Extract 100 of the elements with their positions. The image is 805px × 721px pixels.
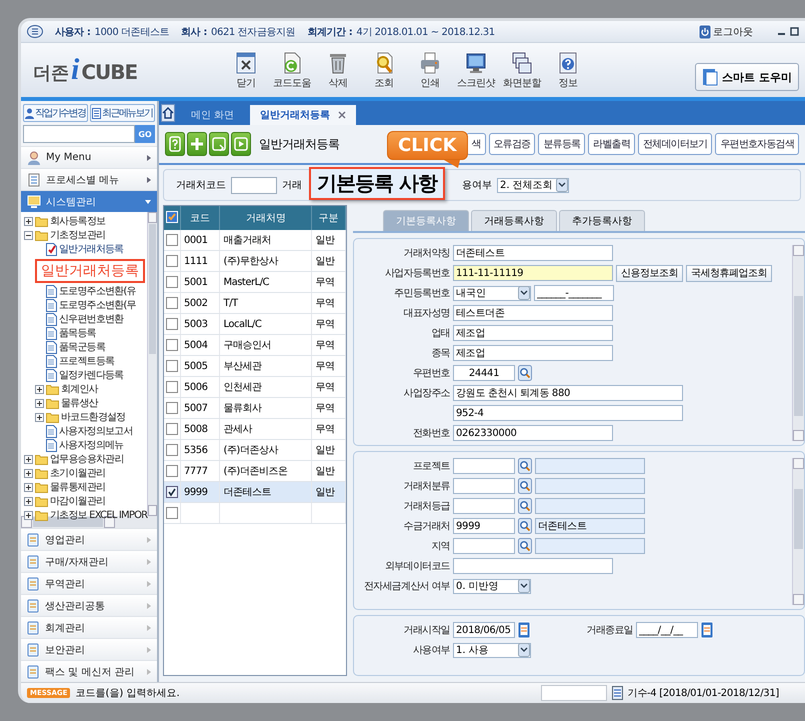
text-field[interactable]: 제조업 [453, 345, 613, 361]
search-icon[interactable] [518, 538, 532, 554]
tree-item[interactable]: 품목등록 [59, 326, 96, 340]
tree-item[interactable]: 프로젝트등록 [59, 354, 114, 368]
masked-field[interactable]: ______-_______ [534, 285, 614, 301]
checkbox[interactable] [166, 465, 178, 477]
text-field[interactable] [453, 558, 613, 574]
tree-item[interactable]: 신우편번호변환 [59, 312, 124, 326]
name-field[interactable]: 더존테스트 [535, 518, 645, 534]
sidebar-button[interactable]: 작업기수변경 [23, 104, 88, 122]
action-button[interactable]: 색 [466, 133, 486, 155]
check-all-icon[interactable] [166, 210, 178, 222]
table-row[interactable]: 5005 부산세관 무역 [164, 356, 346, 376]
toolbar-button[interactable]: 인쇄 [411, 50, 449, 90]
smart-helper-button[interactable]: 스마트 도우미 [695, 63, 799, 91]
action-button[interactable]: 분류등록 [538, 133, 586, 155]
sidebar-button[interactable]: 최근메뉴보기 [90, 104, 155, 122]
module-menu-item[interactable]: 회계관리 [21, 616, 157, 638]
text-field[interactable]: 0262330000 [453, 425, 613, 441]
toolbar-button[interactable]: 정보 [549, 50, 587, 90]
tree-item[interactable]: 바코드환경설정 [61, 410, 126, 424]
table-row[interactable]: 5001 MasterL/C 무역 [164, 272, 346, 292]
plus-box-icon[interactable] [24, 468, 33, 478]
module-menu-item[interactable]: 영업관리 [21, 528, 157, 550]
text-field[interactable]: 더존테스트 [453, 245, 613, 261]
action-button[interactable]: 전체데이터보기 [638, 133, 712, 155]
code-field[interactable] [453, 458, 515, 474]
tree-item[interactable]: 회계인사 [61, 382, 98, 396]
action-button[interactable]: 우편번호자동검색 [715, 133, 799, 155]
status-field[interactable] [540, 685, 607, 701]
checkbox[interactable] [166, 297, 178, 309]
search-icon[interactable] [518, 518, 532, 534]
scrollbar[interactable] [792, 458, 804, 605]
code-field[interactable]: 24441 [453, 365, 515, 381]
module-menu-item[interactable]: 보안관리 [21, 638, 157, 660]
plus-box-icon[interactable] [24, 496, 33, 506]
help-button[interactable] [165, 132, 185, 156]
column-header[interactable]: 구분 [312, 206, 346, 230]
checkbox[interactable] [166, 255, 178, 267]
module-menu-item[interactable]: 무역관리 [21, 572, 157, 594]
search-icon[interactable] [518, 478, 532, 494]
table-row[interactable]: 5003 LocalL/C 무역 [164, 314, 346, 334]
table-row[interactable]: 5008 관세사 무역 [164, 418, 346, 440]
tree-item[interactable]: 사용자정의메뉴 [59, 438, 124, 452]
toolbar-button[interactable]: 화면분할 [503, 50, 541, 90]
toolbar-button[interactable]: 코드도움 [273, 50, 311, 90]
code-field[interactable] [231, 176, 277, 194]
tree-item[interactable]: 회사등록정보 [50, 214, 106, 228]
tab[interactable]: 거래등록사항 [471, 210, 557, 231]
checkbox[interactable] [166, 234, 178, 246]
checkbox[interactable] [166, 276, 178, 288]
column-header[interactable]: 코드 [180, 206, 220, 230]
plus-box-icon[interactable] [24, 510, 33, 520]
tree-item[interactable]: 물류생산 [61, 396, 98, 410]
code-field[interactable] [453, 538, 515, 554]
module-menu-item[interactable]: 생산관리공통 [21, 594, 157, 616]
search-icon[interactable] [518, 458, 532, 474]
tab[interactable]: 메인 화면 [181, 105, 244, 125]
name-field[interactable] [535, 478, 645, 494]
module-menu-item[interactable]: 팩스 및 메신저 관리 [21, 660, 157, 682]
calendar-icon[interactable] [518, 622, 530, 638]
name-field[interactable] [535, 538, 645, 554]
tree-item[interactable]: 도로명주소변환(유 [59, 284, 136, 298]
tab[interactable]: 추가등록사항 [559, 210, 645, 231]
tree-item[interactable]: 초기이월관리 [50, 466, 106, 480]
text-field[interactable]: 952-4 [453, 405, 683, 421]
tree-item[interactable]: 일정카렌다등록 [59, 368, 124, 382]
tree-item[interactable]: 기초정보관리 [50, 228, 106, 242]
table-row[interactable]: 5356 (주)더존상사 일반 [164, 440, 346, 460]
checkbox[interactable] [166, 360, 178, 372]
dropdown[interactable]: 0. 미반영 [453, 578, 531, 594]
module-menu-item[interactable]: 구매/자재관리 [21, 550, 157, 572]
name-field[interactable] [535, 498, 645, 514]
menu-item[interactable]: 프로세스별 메뉴 [21, 168, 157, 190]
code-field[interactable]: 9999 [453, 518, 515, 534]
lookup-button[interactable]: 국세청휴폐업조회 [686, 264, 772, 282]
tree-item[interactable]: 물류통제관리 [50, 480, 106, 494]
toolbar-button[interactable]: 조회 [365, 50, 403, 90]
logout-button[interactable]: 로그아웃 [699, 24, 753, 38]
calendar-icon[interactable] [701, 622, 713, 638]
column-header[interactable]: 거래처명 [220, 206, 312, 230]
tree-item[interactable]: 사용자정의보고서 [59, 424, 133, 438]
plus-box-icon[interactable] [24, 482, 33, 492]
refresh-button[interactable] [209, 132, 229, 156]
home-icon[interactable] [161, 104, 175, 122]
menu-item[interactable]: 시스템관리 [21, 190, 157, 212]
checkbox[interactable] [166, 381, 178, 393]
checkbox[interactable] [166, 507, 178, 519]
plus-box-icon[interactable] [24, 454, 33, 464]
scrollbar[interactable] [792, 245, 804, 441]
code-field[interactable] [453, 478, 515, 494]
tree-item[interactable]: 업무용승용차관리 [50, 452, 124, 466]
plus-box-icon[interactable] [24, 216, 33, 226]
dropdown[interactable]: 1. 사용 [453, 642, 531, 658]
calendar-icon[interactable] [612, 686, 623, 700]
menu-item[interactable]: My Menu [21, 146, 157, 168]
action-button[interactable]: 라벨출력 [588, 133, 635, 155]
text-field[interactable]: 테스트더존 [453, 305, 613, 321]
checkbox[interactable] [166, 423, 178, 435]
code-field[interactable] [453, 498, 515, 514]
